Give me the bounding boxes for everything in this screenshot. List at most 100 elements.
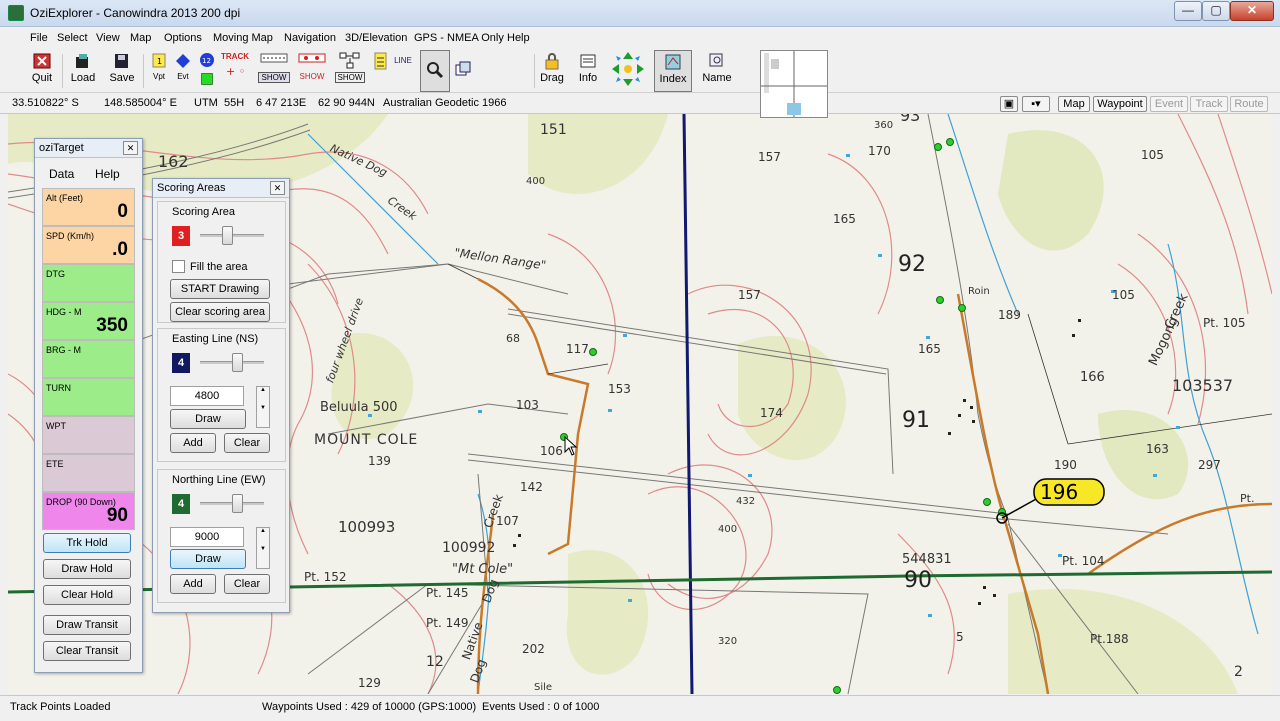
scoring-area-slider-thumb[interactable] bbox=[222, 226, 233, 245]
track-line-icon bbox=[260, 53, 288, 63]
ozitarget-field-value: 0 bbox=[117, 201, 128, 222]
save-dropdown-button[interactable]: ▪▾ bbox=[1022, 96, 1050, 112]
waypoint-list-button[interactable] bbox=[372, 50, 390, 90]
view-route-button[interactable]: Route bbox=[1230, 96, 1268, 112]
app-icon bbox=[8, 5, 24, 21]
map-label: 12 bbox=[426, 654, 444, 670]
clear-hold-button[interactable]: Clear Hold bbox=[43, 585, 131, 605]
show-waypoints-button[interactable]: SHOW bbox=[297, 50, 327, 90]
info-button[interactable]: Info bbox=[574, 50, 602, 90]
evt-button[interactable]: Evt bbox=[172, 50, 194, 90]
ozitarget-menu-help[interactable]: Help bbox=[95, 167, 120, 181]
svg-text:1: 1 bbox=[157, 57, 162, 66]
ozitarget-field: WPT bbox=[42, 416, 135, 454]
fill-area-checkbox[interactable] bbox=[172, 260, 185, 273]
menu-select[interactable]: Select bbox=[57, 32, 88, 44]
easting-line-slider-thumb[interactable] bbox=[232, 353, 243, 372]
view-waypoint-button[interactable]: Waypoint bbox=[1093, 96, 1147, 112]
map-label: 170 bbox=[868, 144, 891, 158]
northing-line-slider-thumb[interactable] bbox=[232, 494, 243, 513]
fill-area-label: Fill the area bbox=[190, 261, 248, 273]
toolbar: Quit Load Save 1 Vpt Evt 12 TRACK + ◦ SH… bbox=[0, 48, 1280, 138]
view-event-button[interactable]: Event bbox=[1150, 96, 1188, 112]
ozitarget-field-value: 90 bbox=[106, 505, 128, 526]
view-map-button[interactable]: Map bbox=[1058, 96, 1090, 112]
map-image-button[interactable]: ▣ bbox=[1000, 96, 1018, 112]
route-circle-icon: 12 bbox=[200, 53, 214, 67]
quit-button[interactable]: Quit bbox=[28, 50, 56, 90]
load-button[interactable]: Load bbox=[68, 50, 98, 90]
map-label: 107 bbox=[496, 514, 519, 528]
easting-clear-button[interactable]: Clear bbox=[224, 433, 270, 453]
draw-transit-button[interactable]: Draw Transit bbox=[43, 615, 131, 635]
view-track-button[interactable]: Track bbox=[1190, 96, 1228, 112]
northing-clear-button[interactable]: Clear bbox=[224, 574, 270, 594]
line-button[interactable]: LINE bbox=[394, 50, 412, 90]
index-button[interactable]: Index bbox=[654, 50, 692, 92]
map-label: 190 bbox=[1054, 458, 1077, 472]
menu-file[interactable]: File bbox=[30, 32, 48, 44]
map-label: 90 bbox=[904, 568, 932, 593]
easting-value-input[interactable]: 4800 bbox=[170, 386, 244, 406]
ozitarget-field: ETE bbox=[42, 454, 135, 492]
pan-arrows-button[interactable] bbox=[610, 50, 646, 90]
clear-scoring-area-button[interactable]: Clear scoring area bbox=[170, 302, 270, 322]
northing-draw-button[interactable]: Draw bbox=[170, 549, 246, 569]
window-button[interactable] bbox=[452, 50, 474, 90]
scoring-area-title: Scoring Area bbox=[172, 206, 235, 218]
map-label: 103 bbox=[516, 398, 539, 412]
overview-map[interactable] bbox=[760, 50, 828, 118]
scoring-titlebar[interactable]: Scoring Areas ✕ bbox=[153, 179, 289, 198]
track-button[interactable]: TRACK + ◦ bbox=[220, 50, 250, 90]
clear-transit-button[interactable]: Clear Transit bbox=[43, 641, 131, 661]
maximize-button[interactable]: ▢ bbox=[1202, 1, 1230, 21]
scoring-close-button[interactable]: ✕ bbox=[270, 181, 285, 195]
menu-help[interactable]: Help bbox=[507, 32, 530, 44]
menu-navigation[interactable]: Navigation bbox=[284, 32, 336, 44]
map-label: Beluula 500 bbox=[320, 400, 398, 415]
window-title: OziExplorer - Canowindra 2013 200 dpi bbox=[30, 6, 241, 20]
ozitarget-close-button[interactable]: ✕ bbox=[123, 141, 138, 155]
zoom-tool-button[interactable] bbox=[420, 50, 450, 92]
map-label: Pt. 105 bbox=[1203, 316, 1246, 330]
menu-gps-nmea[interactable]: GPS - NMEA Only bbox=[414, 32, 504, 44]
start-drawing-button[interactable]: START Drawing bbox=[170, 279, 270, 299]
draw-hold-button[interactable]: Draw Hold bbox=[43, 559, 131, 579]
route-button[interactable]: 12 bbox=[196, 50, 218, 90]
easting-draw-button[interactable]: Draw bbox=[170, 409, 246, 429]
northing-add-button[interactable]: Add bbox=[170, 574, 216, 594]
menu-view[interactable]: View bbox=[96, 32, 120, 44]
waypoint-callout-label[interactable]: 196 bbox=[1040, 480, 1078, 504]
menu-3d-elevation[interactable]: 3D/Elevation bbox=[345, 32, 407, 44]
coordinate-bar: 33.510822° S 148.585004° E UTM 55H 6 47 … bbox=[0, 93, 1280, 114]
drag-button[interactable]: Drag bbox=[538, 50, 566, 90]
map-label: 432 bbox=[736, 496, 756, 507]
menu-map[interactable]: Map bbox=[130, 32, 151, 44]
ozitarget-titlebar[interactable]: oziTarget ✕ bbox=[35, 139, 142, 158]
save-button[interactable]: Save bbox=[106, 50, 138, 90]
map-label: 139 bbox=[368, 454, 391, 468]
ozitarget-menu-data[interactable]: Data bbox=[49, 167, 74, 181]
show-tracks-button[interactable]: SHOW bbox=[258, 50, 290, 90]
easting-add-button[interactable]: Add bbox=[170, 433, 216, 453]
windows-icon bbox=[455, 61, 471, 76]
easting-spin-buttons[interactable]: ▲ ▼ bbox=[256, 386, 270, 428]
ozitarget-field-value: .0 bbox=[112, 239, 128, 260]
minimize-button[interactable]: — bbox=[1174, 1, 1202, 21]
mouse-cursor-icon bbox=[564, 436, 578, 456]
index-map-icon bbox=[665, 54, 681, 70]
northing-value-input[interactable]: 9000 bbox=[170, 527, 244, 547]
save-arrow-icon: ▪▾ bbox=[1031, 98, 1041, 110]
map-label: 165 bbox=[833, 212, 856, 226]
map-label: "Mt Cole" bbox=[452, 562, 514, 577]
ozitarget-field-value: 350 bbox=[96, 315, 128, 336]
menu-moving-map[interactable]: Moving Map bbox=[213, 32, 273, 44]
trk-hold-button[interactable]: Trk Hold bbox=[43, 533, 131, 553]
menu-options[interactable]: Options bbox=[164, 32, 202, 44]
name-button[interactable]: Name bbox=[700, 50, 734, 90]
close-button[interactable]: ✕ bbox=[1230, 1, 1274, 21]
vpt-button[interactable]: 1 Vpt bbox=[148, 50, 170, 90]
northing-spin-buttons[interactable]: ▲ ▼ bbox=[256, 527, 270, 569]
show-route-button[interactable]: SHOW bbox=[335, 50, 365, 90]
map-label: 2 bbox=[1234, 664, 1243, 680]
